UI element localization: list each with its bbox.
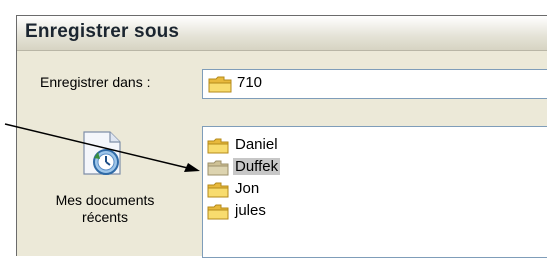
annotation-arrow <box>4 123 200 172</box>
